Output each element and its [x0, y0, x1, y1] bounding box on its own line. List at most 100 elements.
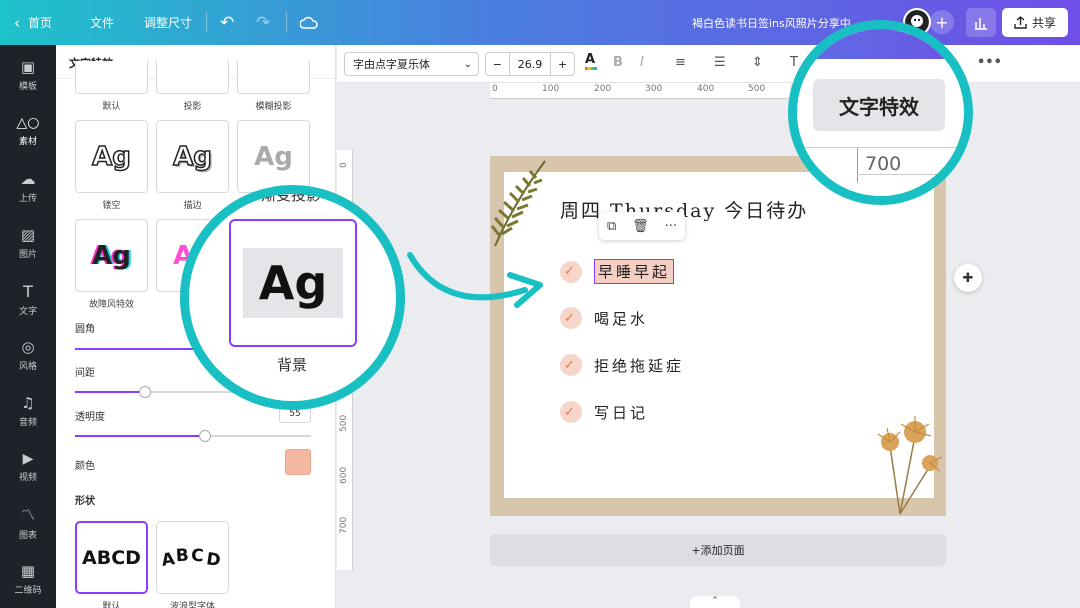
share-label: 共享: [1031, 16, 1056, 30]
effect-stroke-card[interactable]: Ag: [156, 120, 229, 193]
rail-item-uploads[interactable]: ☁ 上传: [0, 163, 56, 211]
flower-decoration: [877, 416, 943, 515]
file-menu[interactable]: 文件: [90, 0, 114, 45]
trash-icon[interactable]: 🗑: [632, 219, 649, 234]
list-icon[interactable]: ☰: [714, 55, 726, 70]
bar-chart-icon: [975, 17, 987, 30]
effect-label: 投影: [183, 102, 202, 112]
palette-icon: ◎: [21, 338, 35, 356]
text-effects-button[interactable]: 文字特效: [813, 79, 945, 131]
italic-icon[interactable]: I: [640, 55, 644, 70]
todo-text[interactable]: 写日记: [594, 402, 648, 423]
resize-menu[interactable]: 调整尺寸: [144, 0, 192, 45]
divider: [286, 12, 287, 32]
share-button[interactable]: 共享: [1002, 8, 1068, 37]
upload-icon: [1014, 16, 1027, 29]
svg-text:C: C: [190, 545, 204, 566]
text-icon: T: [23, 281, 33, 301]
more-options-icon[interactable]: •••: [977, 55, 1002, 70]
duplicate-icon[interactable]: ⧉: [607, 219, 616, 234]
effect-label: 描边: [183, 201, 202, 211]
divider: [206, 12, 207, 32]
rail-item-audio[interactable]: ♫ 音频: [0, 387, 56, 435]
shape-label: 形状: [75, 496, 95, 507]
chevron-up-icon[interactable]: ⌃: [690, 596, 740, 608]
font-size-input[interactable]: 26.9: [510, 53, 551, 75]
svg-text:D: D: [205, 549, 222, 571]
zoom-callout-background-effect: 渐变投影 Ag 背景: [180, 185, 405, 410]
checkmark-icon: ✓: [560, 307, 582, 329]
effect-label: 默认: [102, 102, 121, 112]
text-color-icon[interactable]: A: [585, 52, 597, 70]
font-size-minus-button[interactable]: −: [486, 53, 510, 75]
effect-label: 镂空: [102, 201, 121, 211]
home-button[interactable]: ‹ 首页: [14, 0, 52, 45]
effect-label: 模糊投影: [255, 102, 292, 112]
rail-item-video[interactable]: ▶ 视频: [0, 443, 56, 491]
image-icon: ▨: [20, 226, 36, 244]
color-label: 颜色: [75, 461, 95, 472]
cloud-save-icon[interactable]: [300, 0, 318, 45]
todo-text[interactable]: 喝足水: [594, 308, 648, 329]
checkmark-icon: ✓: [560, 260, 582, 283]
slider-thumb[interactable]: [139, 386, 151, 398]
element-context-menu: ⧉ 🗑 ···: [599, 212, 685, 240]
cloud-upload-icon: ☁: [20, 170, 36, 188]
rail-item-photos[interactable]: ▨ 图片: [0, 219, 56, 267]
color-swatch[interactable]: [285, 449, 311, 475]
effect-glitch-card[interactable]: Ag: [75, 219, 148, 292]
chevron-left-icon: ‹: [14, 13, 20, 32]
align-left-icon[interactable]: ≡: [675, 55, 686, 70]
font-family-select[interactable]: 字由点字夏乐体 ⌄: [344, 52, 479, 76]
svg-text:B: B: [175, 545, 189, 566]
todo-text[interactable]: 拒绝拖延症: [594, 355, 684, 376]
text-toolbar: 字由点字夏乐体 ⌄ − 26.9 + A B I ≡ ☰ ⇕ T •••: [337, 45, 1080, 83]
more-icon[interactable]: ···: [665, 219, 677, 234]
line-spacing-icon[interactable]: ⇕: [752, 55, 763, 70]
undo-icon[interactable]: ↶: [220, 0, 234, 45]
todo-item[interactable]: ✓ 拒绝拖延症: [560, 354, 684, 376]
music-icon: ♫: [21, 394, 35, 412]
video-icon: ▶: [22, 451, 34, 467]
slider-thumb[interactable]: [199, 430, 211, 442]
design-page[interactable]: 周四 Thursday 今日待办 ✓ 早睡早起 ✓ 喝足水 ✓ 拒绝拖延症 ✓ …: [490, 156, 946, 516]
todo-item[interactable]: ✓ 写日记: [560, 401, 648, 423]
redo-icon[interactable]: ↷: [256, 0, 270, 45]
todo-item[interactable]: ✓ 早睡早起: [560, 259, 675, 284]
effect-background-card[interactable]: Ag: [229, 219, 357, 347]
ruler-value: 700: [865, 153, 902, 175]
checkmark-icon: ✓: [560, 354, 582, 376]
callout-arrow: [407, 252, 543, 308]
horizontal-ruler: 0 100 200 300 400 500: [490, 83, 790, 99]
left-rail: ▣ 模板 △○ 素材 ☁ 上传 ▨ 图片 T 文字 ◎ 风格 ♫ 音频 ▶ 视频…: [0, 45, 56, 608]
stats-button[interactable]: [966, 8, 996, 37]
bold-icon[interactable]: B: [613, 55, 623, 70]
rail-item-qrcode[interactable]: ▦ 二维码: [0, 555, 56, 603]
rail-item-charts[interactable]: 〽 图表: [0, 499, 56, 547]
effect-shadow-card[interactable]: [156, 61, 229, 94]
shape-default-card[interactable]: ABCD: [75, 521, 148, 594]
font-size-plus-button[interactable]: +: [550, 53, 574, 75]
rail-item-templates[interactable]: ▣ 模板: [0, 51, 56, 99]
add-comment-icon[interactable]: ✚: [954, 264, 982, 292]
effect-hollow-card[interactable]: Ag: [75, 120, 148, 193]
rail-item-elements[interactable]: △○ 素材: [0, 107, 56, 155]
add-page-button[interactable]: +添加页面: [490, 534, 946, 566]
shape-label-wave: 波浪型字体: [169, 602, 215, 608]
chevron-down-icon: ⌄: [463, 58, 472, 70]
rail-item-styles[interactable]: ◎ 风格: [0, 331, 56, 379]
line-chart-icon: 〽: [21, 508, 35, 524]
todo-item[interactable]: ✓ 喝足水: [560, 307, 648, 329]
rail-item-text[interactable]: T 文字: [0, 275, 56, 323]
effect-gradient-shadow-card[interactable]: Ag: [237, 120, 310, 193]
selected-text-box[interactable]: 早睡早起: [594, 259, 675, 284]
shape-wave-card[interactable]: A B C D: [156, 521, 229, 594]
effect-blur-shadow-card[interactable]: [237, 61, 310, 94]
opacity-slider[interactable]: [75, 430, 311, 442]
svg-text:A: A: [160, 549, 177, 571]
effect-default-card[interactable]: [75, 61, 148, 94]
zoom-callout-text-effects-button: 文字特效 700: [788, 20, 973, 205]
checkmark-icon: ✓: [560, 401, 582, 423]
effect-background-label: 背景: [277, 356, 308, 374]
zoom-caption-top: 渐变投影: [261, 186, 322, 204]
